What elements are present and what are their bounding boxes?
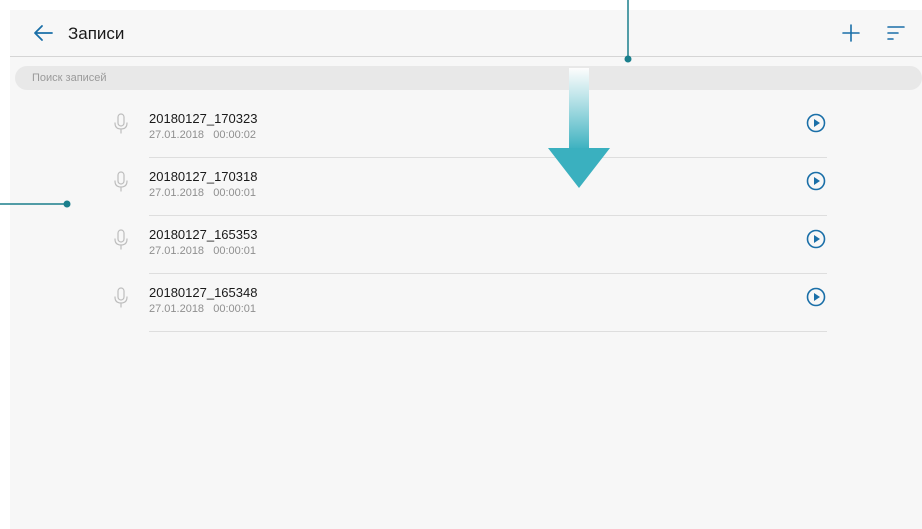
app-bar: Записи [10,10,922,57]
recording-name: 20180127_170318 [149,169,258,184]
sort-icon[interactable] [885,22,907,44]
canvas: Записи 20180127_170323 27.01.2018 00:00:… [0,0,922,529]
recording-item[interactable]: 20180127_170323 27.01.2018 00:00:02 [10,100,922,158]
recording-date-duration: 27.01.2018 00:00:01 [149,187,257,199]
play-circle-icon[interactable] [806,171,826,191]
callout-pointer [624,0,632,63]
microphone-icon [114,287,128,308]
recording-item[interactable]: 20180127_170318 27.01.2018 00:00:01 [10,158,922,216]
divider [149,331,827,332]
recording-name: 20180127_165348 [149,285,258,300]
play-circle-icon[interactable] [806,229,826,249]
play-circle-icon[interactable] [806,113,826,133]
recording-name: 20180127_165353 [149,227,258,242]
recording-item[interactable]: 20180127_165353 27.01.2018 00:00:01 [10,216,922,274]
recordings-screen: Записи 20180127_170323 27.01.2018 00:00:… [10,10,922,529]
recording-date-duration: 27.01.2018 00:00:02 [149,129,257,141]
recording-date-duration: 27.01.2018 00:00:01 [149,245,257,257]
recording-date-duration: 27.01.2018 00:00:01 [149,303,257,315]
recording-name: 20180127_170323 [149,111,258,126]
swipe-down-arrow-icon [548,68,610,188]
microphone-icon [114,229,128,250]
play-circle-icon[interactable] [806,287,826,307]
recording-item[interactable]: 20180127_165348 27.01.2018 00:00:01 [10,274,922,332]
microphone-icon [114,113,128,134]
page-title: Записи [68,24,125,43]
microphone-icon [114,171,128,192]
plus-icon[interactable] [840,22,862,44]
back-arrow-icon[interactable] [30,20,56,46]
callout-pointer [0,200,71,208]
search-input[interactable] [15,66,922,90]
